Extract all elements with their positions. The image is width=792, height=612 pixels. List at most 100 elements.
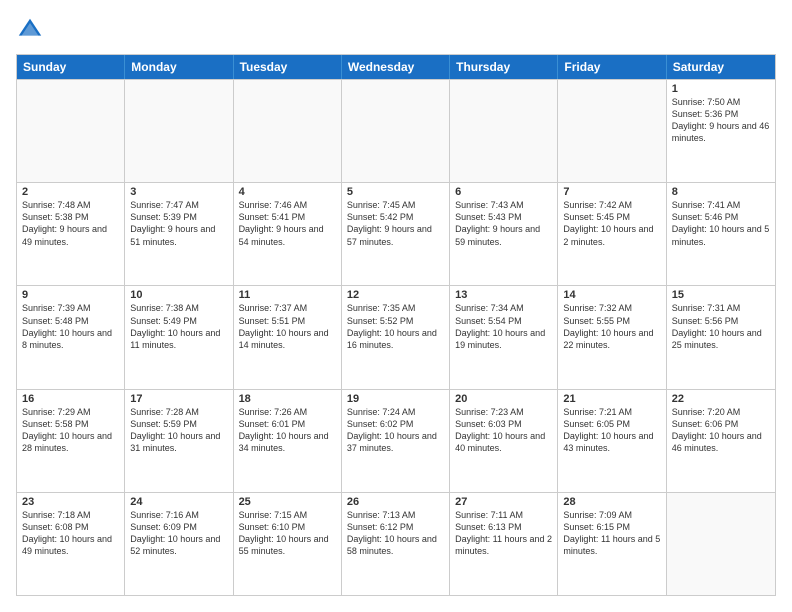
calendar-cell [234, 80, 342, 182]
calendar-cell: 8Sunrise: 7:41 AM Sunset: 5:46 PM Daylig… [667, 183, 775, 285]
cell-info: Sunrise: 7:50 AM Sunset: 5:36 PM Dayligh… [672, 96, 770, 145]
weekday-header: Wednesday [342, 55, 450, 79]
cell-info: Sunrise: 7:45 AM Sunset: 5:42 PM Dayligh… [347, 199, 444, 248]
calendar-cell: 17Sunrise: 7:28 AM Sunset: 5:59 PM Dayli… [125, 390, 233, 492]
cell-info: Sunrise: 7:23 AM Sunset: 6:03 PM Dayligh… [455, 406, 552, 455]
calendar-cell: 15Sunrise: 7:31 AM Sunset: 5:56 PM Dayli… [667, 286, 775, 388]
day-number: 24 [130, 496, 227, 508]
calendar-cell [17, 80, 125, 182]
calendar-cell: 20Sunrise: 7:23 AM Sunset: 6:03 PM Dayli… [450, 390, 558, 492]
day-number: 12 [347, 289, 444, 301]
calendar-row: 23Sunrise: 7:18 AM Sunset: 6:08 PM Dayli… [17, 492, 775, 595]
cell-info: Sunrise: 7:46 AM Sunset: 5:41 PM Dayligh… [239, 199, 336, 248]
day-number: 8 [672, 186, 770, 198]
calendar-cell [667, 493, 775, 595]
cell-info: Sunrise: 7:09 AM Sunset: 6:15 PM Dayligh… [563, 509, 660, 558]
calendar-cell: 10Sunrise: 7:38 AM Sunset: 5:49 PM Dayli… [125, 286, 233, 388]
calendar-cell: 1Sunrise: 7:50 AM Sunset: 5:36 PM Daylig… [667, 80, 775, 182]
calendar-cell [558, 80, 666, 182]
cell-info: Sunrise: 7:16 AM Sunset: 6:09 PM Dayligh… [130, 509, 227, 558]
day-number: 25 [239, 496, 336, 508]
logo-icon [16, 16, 44, 44]
day-number: 22 [672, 393, 770, 405]
calendar-cell: 9Sunrise: 7:39 AM Sunset: 5:48 PM Daylig… [17, 286, 125, 388]
day-number: 27 [455, 496, 552, 508]
day-number: 26 [347, 496, 444, 508]
weekday-header: Sunday [17, 55, 125, 79]
cell-info: Sunrise: 7:11 AM Sunset: 6:13 PM Dayligh… [455, 509, 552, 558]
day-number: 28 [563, 496, 660, 508]
cell-info: Sunrise: 7:34 AM Sunset: 5:54 PM Dayligh… [455, 302, 552, 351]
day-number: 4 [239, 186, 336, 198]
calendar-header: SundayMondayTuesdayWednesdayThursdayFrid… [17, 55, 775, 79]
cell-info: Sunrise: 7:28 AM Sunset: 5:59 PM Dayligh… [130, 406, 227, 455]
calendar-cell: 16Sunrise: 7:29 AM Sunset: 5:58 PM Dayli… [17, 390, 125, 492]
day-number: 18 [239, 393, 336, 405]
cell-info: Sunrise: 7:29 AM Sunset: 5:58 PM Dayligh… [22, 406, 119, 455]
weekday-header: Monday [125, 55, 233, 79]
calendar-cell: 22Sunrise: 7:20 AM Sunset: 6:06 PM Dayli… [667, 390, 775, 492]
calendar-row: 2Sunrise: 7:48 AM Sunset: 5:38 PM Daylig… [17, 182, 775, 285]
calendar-cell: 7Sunrise: 7:42 AM Sunset: 5:45 PM Daylig… [558, 183, 666, 285]
calendar-cell: 21Sunrise: 7:21 AM Sunset: 6:05 PM Dayli… [558, 390, 666, 492]
cell-info: Sunrise: 7:20 AM Sunset: 6:06 PM Dayligh… [672, 406, 770, 455]
calendar-cell: 23Sunrise: 7:18 AM Sunset: 6:08 PM Dayli… [17, 493, 125, 595]
cell-info: Sunrise: 7:26 AM Sunset: 6:01 PM Dayligh… [239, 406, 336, 455]
calendar-cell: 6Sunrise: 7:43 AM Sunset: 5:43 PM Daylig… [450, 183, 558, 285]
cell-info: Sunrise: 7:37 AM Sunset: 5:51 PM Dayligh… [239, 302, 336, 351]
calendar-cell: 13Sunrise: 7:34 AM Sunset: 5:54 PM Dayli… [450, 286, 558, 388]
day-number: 2 [22, 186, 119, 198]
cell-info: Sunrise: 7:41 AM Sunset: 5:46 PM Dayligh… [672, 199, 770, 248]
day-number: 10 [130, 289, 227, 301]
weekday-header: Saturday [667, 55, 775, 79]
calendar-cell: 25Sunrise: 7:15 AM Sunset: 6:10 PM Dayli… [234, 493, 342, 595]
calendar-body: 1Sunrise: 7:50 AM Sunset: 5:36 PM Daylig… [17, 79, 775, 595]
day-number: 5 [347, 186, 444, 198]
day-number: 21 [563, 393, 660, 405]
page: SundayMondayTuesdayWednesdayThursdayFrid… [0, 0, 792, 612]
calendar: SundayMondayTuesdayWednesdayThursdayFrid… [16, 54, 776, 596]
calendar-cell [450, 80, 558, 182]
day-number: 9 [22, 289, 119, 301]
calendar-cell: 28Sunrise: 7:09 AM Sunset: 6:15 PM Dayli… [558, 493, 666, 595]
cell-info: Sunrise: 7:47 AM Sunset: 5:39 PM Dayligh… [130, 199, 227, 248]
calendar-cell: 14Sunrise: 7:32 AM Sunset: 5:55 PM Dayli… [558, 286, 666, 388]
calendar-cell: 19Sunrise: 7:24 AM Sunset: 6:02 PM Dayli… [342, 390, 450, 492]
cell-info: Sunrise: 7:13 AM Sunset: 6:12 PM Dayligh… [347, 509, 444, 558]
cell-info: Sunrise: 7:35 AM Sunset: 5:52 PM Dayligh… [347, 302, 444, 351]
calendar-cell: 3Sunrise: 7:47 AM Sunset: 5:39 PM Daylig… [125, 183, 233, 285]
cell-info: Sunrise: 7:18 AM Sunset: 6:08 PM Dayligh… [22, 509, 119, 558]
cell-info: Sunrise: 7:42 AM Sunset: 5:45 PM Dayligh… [563, 199, 660, 248]
calendar-cell: 11Sunrise: 7:37 AM Sunset: 5:51 PM Dayli… [234, 286, 342, 388]
calendar-cell: 27Sunrise: 7:11 AM Sunset: 6:13 PM Dayli… [450, 493, 558, 595]
cell-info: Sunrise: 7:24 AM Sunset: 6:02 PM Dayligh… [347, 406, 444, 455]
calendar-cell: 5Sunrise: 7:45 AM Sunset: 5:42 PM Daylig… [342, 183, 450, 285]
cell-info: Sunrise: 7:39 AM Sunset: 5:48 PM Dayligh… [22, 302, 119, 351]
day-number: 20 [455, 393, 552, 405]
day-number: 1 [672, 83, 770, 95]
cell-info: Sunrise: 7:15 AM Sunset: 6:10 PM Dayligh… [239, 509, 336, 558]
calendar-cell: 24Sunrise: 7:16 AM Sunset: 6:09 PM Dayli… [125, 493, 233, 595]
day-number: 16 [22, 393, 119, 405]
day-number: 3 [130, 186, 227, 198]
day-number: 15 [672, 289, 770, 301]
calendar-cell: 12Sunrise: 7:35 AM Sunset: 5:52 PM Dayli… [342, 286, 450, 388]
calendar-row: 16Sunrise: 7:29 AM Sunset: 5:58 PM Dayli… [17, 389, 775, 492]
weekday-header: Thursday [450, 55, 558, 79]
calendar-row: 1Sunrise: 7:50 AM Sunset: 5:36 PM Daylig… [17, 79, 775, 182]
cell-info: Sunrise: 7:32 AM Sunset: 5:55 PM Dayligh… [563, 302, 660, 351]
header [16, 16, 776, 44]
calendar-cell [125, 80, 233, 182]
day-number: 19 [347, 393, 444, 405]
day-number: 23 [22, 496, 119, 508]
day-number: 7 [563, 186, 660, 198]
day-number: 13 [455, 289, 552, 301]
calendar-cell [342, 80, 450, 182]
day-number: 17 [130, 393, 227, 405]
day-number: 11 [239, 289, 336, 301]
cell-info: Sunrise: 7:38 AM Sunset: 5:49 PM Dayligh… [130, 302, 227, 351]
day-number: 14 [563, 289, 660, 301]
calendar-cell: 18Sunrise: 7:26 AM Sunset: 6:01 PM Dayli… [234, 390, 342, 492]
calendar-cell: 2Sunrise: 7:48 AM Sunset: 5:38 PM Daylig… [17, 183, 125, 285]
weekday-header: Tuesday [234, 55, 342, 79]
